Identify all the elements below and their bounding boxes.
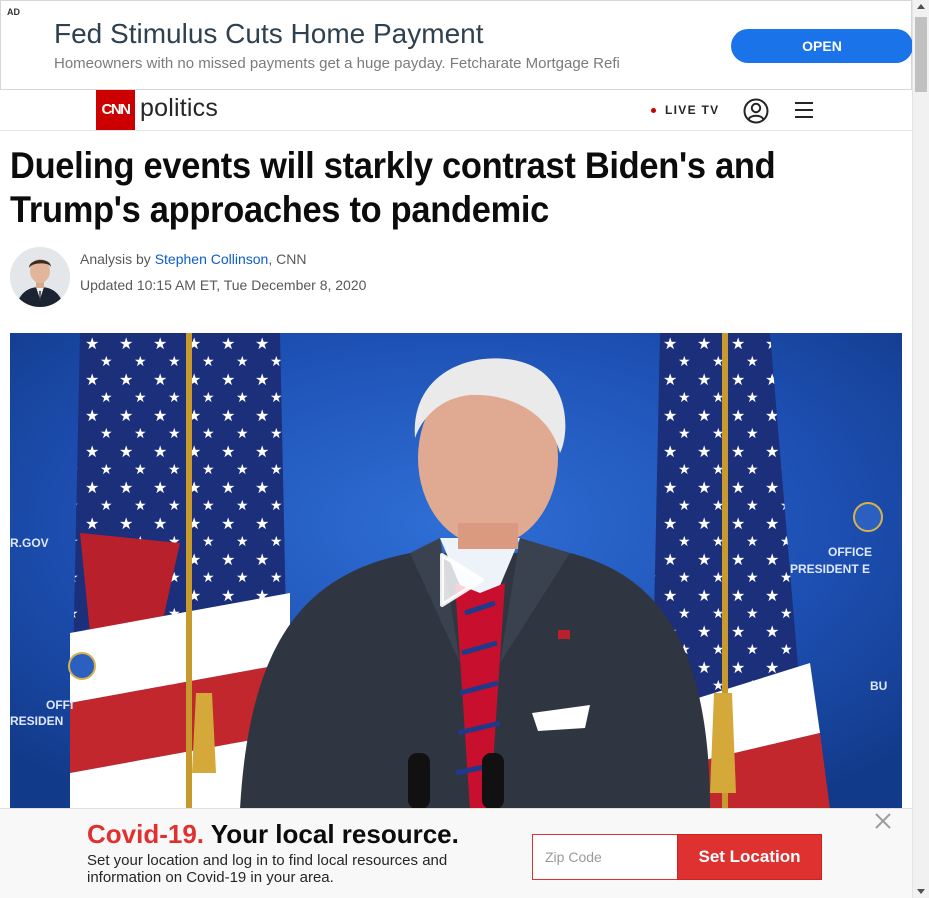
covid-title-red: Covid-19.: [87, 819, 205, 849]
scrollbar-thumb[interactable]: [915, 17, 927, 92]
sign-left-bottom-2: RESIDEN: [10, 714, 63, 728]
scroll-down-arrow-icon[interactable]: [917, 889, 925, 894]
site-header: CNN politics LIVE TV: [0, 90, 912, 131]
byline: Analysis by Stephen Collinson, CNN: [80, 251, 306, 267]
live-dot-icon: [651, 108, 656, 113]
sign-right-1: OFFICE: [828, 545, 872, 559]
user-icon[interactable]: [743, 98, 769, 124]
covid-title: Covid-19. Your local resource.: [87, 819, 459, 850]
zip-code-input[interactable]: Zip Code: [532, 834, 678, 880]
sign-right-3: BU: [870, 679, 887, 693]
sign-left-top: R.GOV: [10, 536, 49, 550]
updated-timestamp: Updated 10:15 AM ET, Tue December 8, 202…: [80, 277, 367, 293]
ad-open-button[interactable]: OPEN: [731, 29, 913, 63]
video-player[interactable]: ★ ★: [10, 333, 902, 809]
section-title[interactable]: politics: [140, 94, 218, 123]
author-avatar[interactable]: [10, 247, 70, 307]
sign-left-bottom-1: OFFI: [46, 698, 73, 712]
play-icon[interactable]: [438, 551, 486, 609]
covid-subtitle: Set your location and log in to find loc…: [87, 852, 448, 886]
scrollbar[interactable]: [912, 0, 929, 898]
byline-suffix: , CNN: [268, 251, 307, 267]
live-tv-link[interactable]: LIVE TV: [665, 103, 719, 117]
article-headline: Dueling events will starkly contrast Bid…: [10, 145, 776, 230]
cnn-logo[interactable]: CNN: [96, 90, 135, 130]
ad-title[interactable]: Fed Stimulus Cuts Home Payment: [54, 18, 484, 50]
ad-banner[interactable]: AD Fed Stimulus Cuts Home Payment Homeow…: [0, 0, 913, 90]
sign-right-2: PRESIDENT E: [790, 562, 870, 576]
ad-subtitle[interactable]: Homeowners with no missed payments get a…: [54, 55, 620, 72]
menu-icon[interactable]: [794, 100, 814, 120]
page: AD Fed Stimulus Cuts Home Payment Homeow…: [0, 0, 929, 898]
close-icon[interactable]: [874, 812, 892, 830]
covid-title-rest: Your local resource.: [204, 819, 459, 849]
scroll-up-arrow-icon[interactable]: [917, 4, 925, 9]
author-link[interactable]: Stephen Collinson: [155, 251, 269, 267]
ad-tag: AD: [7, 7, 20, 17]
covid-banner: Covid-19. Your local resource. Set your …: [0, 808, 912, 898]
set-location-button[interactable]: Set Location: [677, 834, 822, 880]
byline-prefix: Analysis by: [80, 251, 155, 267]
